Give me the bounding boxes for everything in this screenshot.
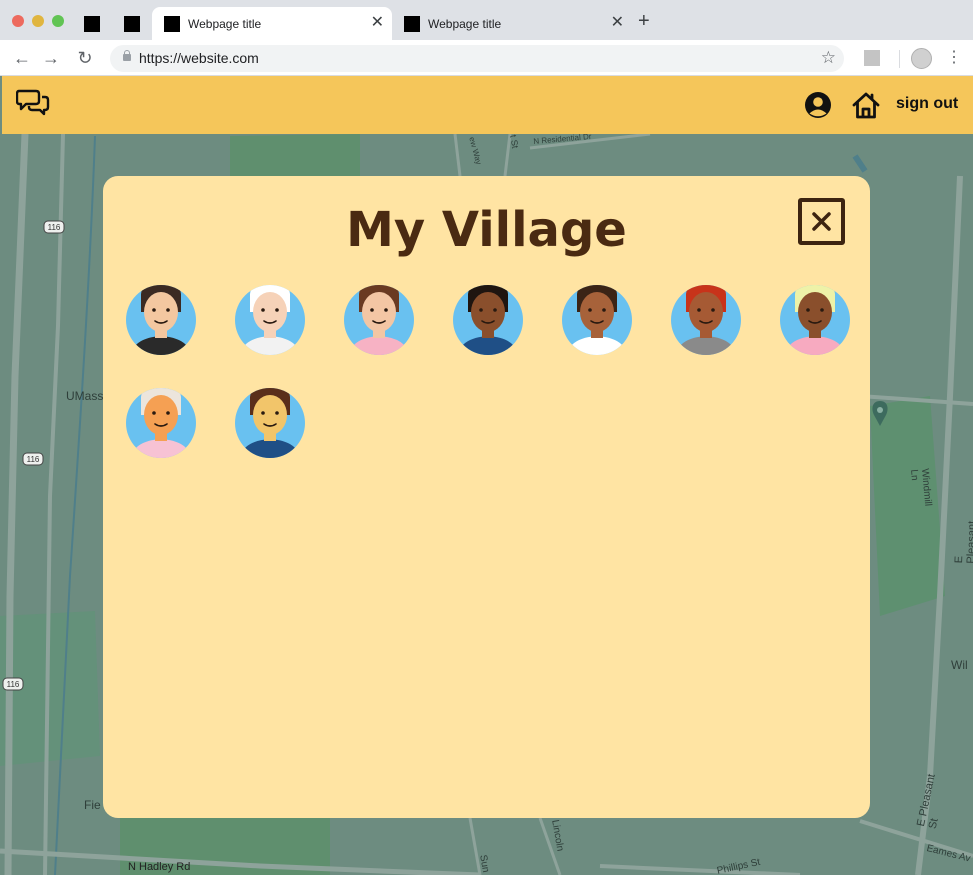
forward-arrow-icon[interactable]: →: [41, 48, 61, 68]
close-modal-button[interactable]: [798, 198, 845, 245]
profile-avatar-icon[interactable]: [911, 48, 932, 69]
back-arrow-icon[interactable]: ←: [12, 48, 32, 68]
url-text: https://website.com: [139, 50, 259, 66]
person-avatar-icon: [671, 285, 741, 355]
close-x-icon: [812, 212, 831, 231]
village-modal: My Village: [103, 176, 870, 818]
home-icon[interactable]: [851, 90, 881, 120]
person-avatar-icon: [235, 285, 305, 355]
modal-title: My Village: [346, 202, 627, 258]
map-label-place: Wil: [951, 658, 968, 672]
tab-title: Webpage title: [428, 16, 502, 31]
village-member-avatar[interactable]: [234, 280, 306, 356]
person-avatar-icon: [780, 285, 850, 355]
browser-menu-icon[interactable]: ⋮: [946, 48, 962, 68]
map-label-place: Fie: [84, 798, 101, 812]
tab-close-icon[interactable]: ✕: [611, 15, 624, 31]
pinned-tab-1[interactable]: [84, 16, 100, 32]
person-avatar-icon: [344, 285, 414, 355]
map-label-route: 116: [47, 223, 61, 232]
map-label-street: t St: [508, 134, 521, 150]
map-label-route: 116: [6, 680, 20, 689]
map-label-route: 116: [26, 455, 40, 464]
new-tab-plus-icon[interactable]: +: [638, 11, 650, 31]
bookmark-star-icon[interactable]: ☆: [821, 48, 836, 68]
chat-bubbles-icon[interactable]: [16, 88, 50, 116]
window-close-button[interactable]: [12, 15, 24, 27]
tab-close-icon[interactable]: ✕: [371, 15, 384, 31]
village-member-avatar[interactable]: [234, 383, 306, 459]
browser-tab-1[interactable]: Webpage title ✕: [152, 7, 392, 40]
person-avatar-icon: [453, 285, 523, 355]
app-header: sign out: [2, 76, 973, 134]
reload-icon[interactable]: ↻: [75, 48, 95, 68]
tab-title: Webpage title: [188, 16, 262, 31]
favicon-icon: [404, 15, 420, 32]
map-label-street: N Hadley Rd: [128, 861, 191, 873]
village-member-avatar[interactable]: [125, 383, 197, 459]
browser-toolbar: ← → ↻ https://website.com ☆ ⋮: [0, 40, 973, 76]
extension-icon[interactable]: [864, 50, 880, 66]
pinned-tab-2[interactable]: [124, 16, 140, 32]
toolbar-divider: [899, 50, 900, 68]
village-member-avatar[interactable]: [779, 280, 851, 356]
window-minimize-button[interactable]: [32, 15, 44, 27]
village-member-avatar[interactable]: [125, 280, 197, 356]
map-label-street: Windmill Ln: [908, 468, 934, 507]
user-circle-icon[interactable]: [804, 91, 832, 119]
village-member-avatar[interactable]: [670, 280, 742, 356]
browser-tab-2[interactable]: Webpage title ✕: [392, 7, 632, 40]
favicon-icon: [164, 15, 180, 32]
sign-out-link[interactable]: sign out: [896, 95, 958, 113]
browser-tab-bar: Webpage title ✕ Webpage title ✕ +: [0, 0, 973, 40]
person-avatar-icon: [126, 388, 196, 458]
village-member-avatar[interactable]: [561, 280, 633, 356]
map-label-street: E Pleasant St: [953, 520, 973, 564]
person-avatar-icon: [235, 388, 305, 458]
map-label-place: UMass: [66, 389, 104, 403]
address-bar[interactable]: https://website.com ☆: [110, 45, 844, 72]
person-avatar-icon: [126, 285, 196, 355]
window-maximize-button[interactable]: [52, 15, 64, 27]
lock-icon: [123, 50, 131, 61]
person-avatar-icon: [562, 285, 632, 355]
village-member-avatar[interactable]: [452, 280, 524, 356]
web-page: 116 116 116 UMass N Residential Dr N Had…: [0, 76, 973, 875]
village-member-avatar[interactable]: [343, 280, 415, 356]
